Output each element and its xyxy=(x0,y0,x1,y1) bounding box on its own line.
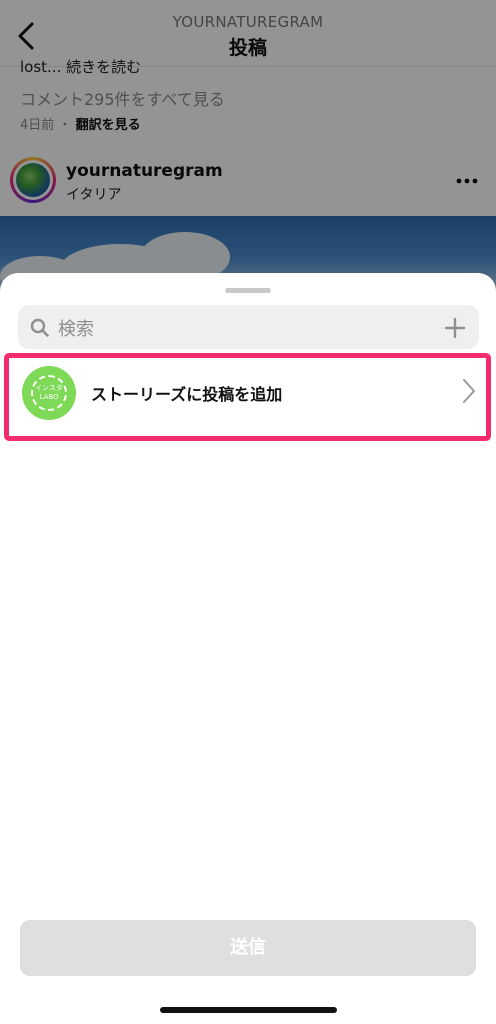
send-button[interactable]: 送信 xyxy=(20,920,476,976)
avatar-logo-text-2: LABO xyxy=(39,393,59,401)
search-input[interactable]: 検索 xyxy=(58,315,94,341)
share-bottom-sheet: 検索 インスタ LABO ストーリーズに投稿を追加 送信 xyxy=(0,273,496,1024)
search-icon xyxy=(30,318,49,337)
add-post-to-story-row[interactable]: インスタ LABO ストーリーズに投稿を追加 xyxy=(4,353,491,441)
home-indicator[interactable] xyxy=(160,1007,337,1013)
sheet-drag-handle[interactable] xyxy=(225,288,271,293)
story-avatar: インスタ LABO xyxy=(22,366,76,420)
add-to-story-label: ストーリーズに投稿を追加 xyxy=(91,385,283,404)
chevron-right-icon xyxy=(463,379,475,403)
avatar-logo-text: インスタ xyxy=(35,384,63,392)
add-group-plus-icon[interactable] xyxy=(444,317,466,339)
search-bar[interactable]: 検索 xyxy=(18,305,479,349)
